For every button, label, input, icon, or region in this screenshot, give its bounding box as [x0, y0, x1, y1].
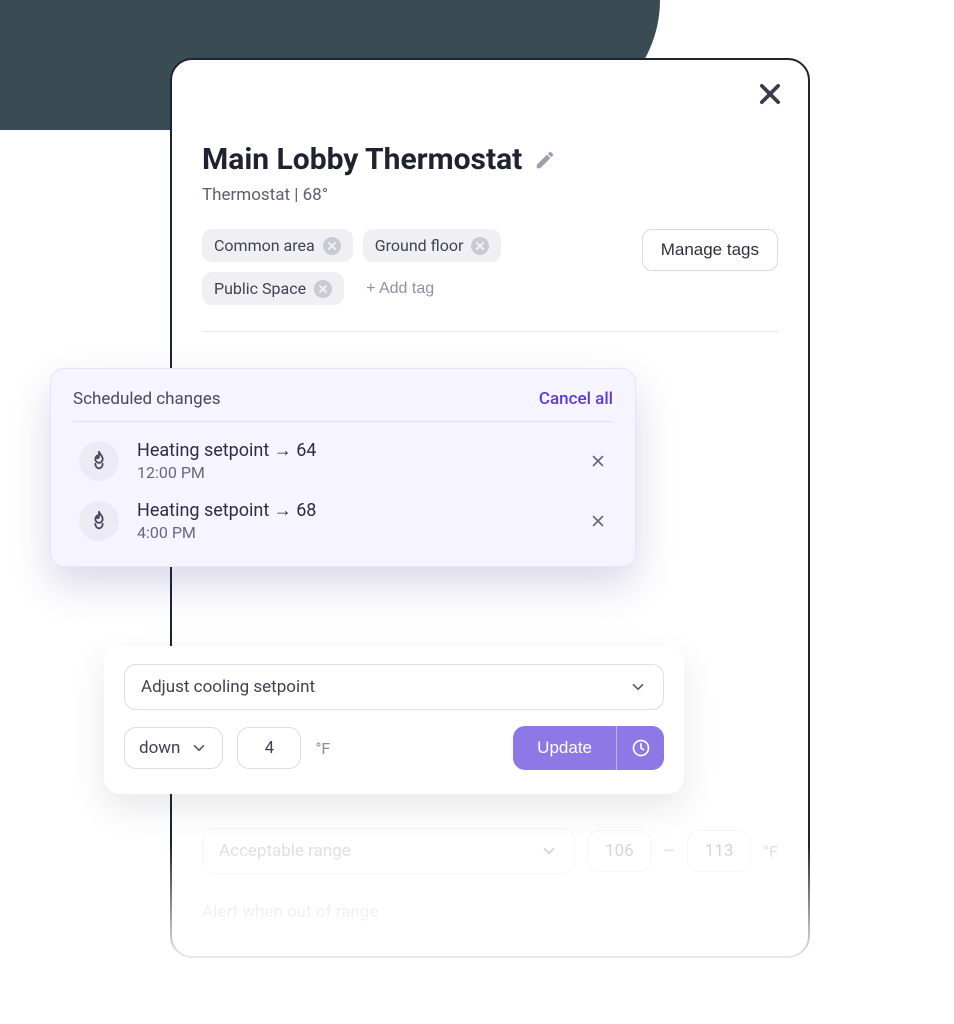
range-unit: °F	[763, 842, 778, 861]
tag-chip: Common area	[202, 229, 353, 262]
adjust-setpoint-panel: Adjust cooling setpoint down 4 °F Update	[104, 646, 684, 794]
chevron-down-icon	[540, 842, 558, 860]
cancel-all-button[interactable]: Cancel all	[539, 389, 613, 409]
remove-tag-button[interactable]	[471, 237, 489, 255]
action-select-label: Adjust cooling setpoint	[141, 677, 315, 697]
divider	[202, 331, 778, 332]
scheduled-item-title: Heating setpoint → 64	[137, 440, 571, 461]
device-subtitle: Thermostat | 68°	[202, 185, 778, 205]
tag-label: Ground floor	[375, 236, 464, 255]
chevron-down-icon	[629, 678, 647, 696]
edit-title-button[interactable]	[534, 149, 556, 171]
scheduled-item-time: 4:00 PM	[137, 523, 571, 542]
add-tag-button[interactable]: + Add tag	[354, 272, 446, 305]
tag-label: Common area	[214, 236, 315, 255]
scheduled-item: Heating setpoint → 68 4:00 PM	[73, 482, 613, 542]
alert-toggle-label: Alert when out of range	[202, 902, 778, 922]
manage-tags-button[interactable]: Manage tags	[642, 229, 778, 271]
schedule-button[interactable]	[616, 726, 664, 770]
remove-tag-button[interactable]	[314, 280, 332, 298]
remove-scheduled-button[interactable]	[589, 512, 607, 530]
chevron-down-icon	[190, 739, 208, 757]
clock-icon	[631, 738, 651, 758]
tags-container: Common area Ground floor Public Space + …	[202, 229, 622, 305]
range-low-input[interactable]: 106	[587, 830, 651, 872]
range-type-select[interactable]: Acceptable range	[202, 828, 575, 874]
range-high-input[interactable]: 113	[687, 830, 751, 872]
update-button[interactable]: Update	[513, 726, 616, 770]
scheduled-changes-popover: Scheduled changes Cancel all Heating set…	[50, 368, 636, 567]
device-title: Main Lobby Thermostat	[202, 142, 522, 177]
tag-chip: Public Space	[202, 272, 344, 305]
scheduled-item-time: 12:00 PM	[137, 463, 571, 482]
flame-icon	[79, 501, 119, 541]
scheduled-item-title: Heating setpoint → 68	[137, 500, 571, 521]
scheduled-item: Heating setpoint → 64 12:00 PM	[73, 422, 613, 482]
amount-unit: °F	[315, 739, 330, 758]
direction-select[interactable]: down	[124, 727, 223, 769]
amount-input[interactable]: 4	[237, 727, 301, 769]
tag-label: Public Space	[214, 279, 306, 298]
flame-icon	[79, 441, 119, 481]
remove-tag-button[interactable]	[323, 237, 341, 255]
direction-label: down	[139, 738, 180, 758]
range-dash: –	[663, 841, 675, 862]
close-button[interactable]	[756, 80, 784, 108]
remove-scheduled-button[interactable]	[589, 452, 607, 470]
tag-chip: Ground floor	[363, 229, 502, 262]
action-select[interactable]: Adjust cooling setpoint	[124, 664, 664, 710]
scheduled-heading: Scheduled changes	[73, 389, 221, 409]
range-section: Acceptable range 106 – 113 °F Alert when…	[202, 828, 778, 922]
range-type-label: Acceptable range	[219, 841, 351, 861]
